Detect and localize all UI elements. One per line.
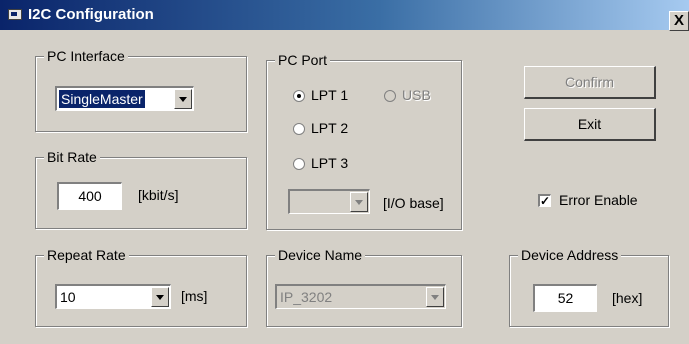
radio-lpt3-label[interactable]: LPT 3: [311, 154, 348, 172]
window-title: I2C Configuration: [28, 6, 154, 23]
pc-port-legend: PC Port: [275, 51, 331, 69]
app-icon: [8, 9, 22, 20]
chevron-down-icon[interactable]: [426, 287, 444, 307]
device-address-input[interactable]: 52: [533, 284, 597, 312]
radio-usb-label[interactable]: USB: [402, 86, 431, 104]
radio-lpt1-label[interactable]: LPT 1: [311, 86, 348, 104]
repeat-rate-select[interactable]: 10: [55, 284, 171, 309]
repeat-rate-unit: [ms]: [181, 288, 208, 304]
io-base-select[interactable]: [288, 189, 370, 214]
device-name-select[interactable]: IP_3202: [275, 284, 446, 309]
confirm-button[interactable]: Confirm: [524, 66, 656, 99]
repeat-rate-legend: Repeat Rate: [44, 246, 129, 264]
bit-rate-input[interactable]: 400: [57, 182, 122, 210]
error-enable-label[interactable]: Error Enable: [559, 191, 638, 209]
device-address-unit: [hex]: [612, 290, 643, 306]
close-button[interactable]: X: [669, 11, 689, 31]
bit-rate-unit: [kbit/s]: [138, 187, 179, 203]
radio-lpt2[interactable]: [293, 123, 305, 135]
radio-lpt1[interactable]: [293, 90, 305, 102]
bit-rate-legend: Bit Rate: [44, 148, 100, 166]
dialog-window: I2C Configuration X PC Interface SingleM…: [0, 0, 689, 344]
exit-button[interactable]: Exit: [524, 108, 656, 141]
chevron-down-icon[interactable]: [350, 192, 368, 212]
radio-usb[interactable]: [384, 90, 396, 102]
title-bar[interactable]: I2C Configuration: [0, 0, 689, 30]
radio-lpt2-label[interactable]: LPT 2: [311, 119, 348, 137]
repeat-rate-value: 10: [60, 289, 76, 305]
error-enable-checkbox[interactable]: ✓: [538, 194, 551, 207]
pc-interface-select[interactable]: SingleMaster: [55, 86, 194, 111]
device-name-legend: Device Name: [275, 246, 366, 264]
device-address-legend: Device Address: [518, 246, 622, 264]
pc-interface-legend: PC Interface: [44, 47, 128, 65]
chevron-down-icon[interactable]: [174, 89, 192, 109]
pc-interface-value: SingleMaster: [59, 90, 145, 108]
chevron-down-icon[interactable]: [151, 287, 169, 307]
device-name-value: IP_3202: [280, 289, 333, 305]
close-icon: X: [673, 12, 684, 29]
io-base-unit: [I/O base]: [383, 195, 444, 211]
radio-lpt3[interactable]: [293, 158, 305, 170]
